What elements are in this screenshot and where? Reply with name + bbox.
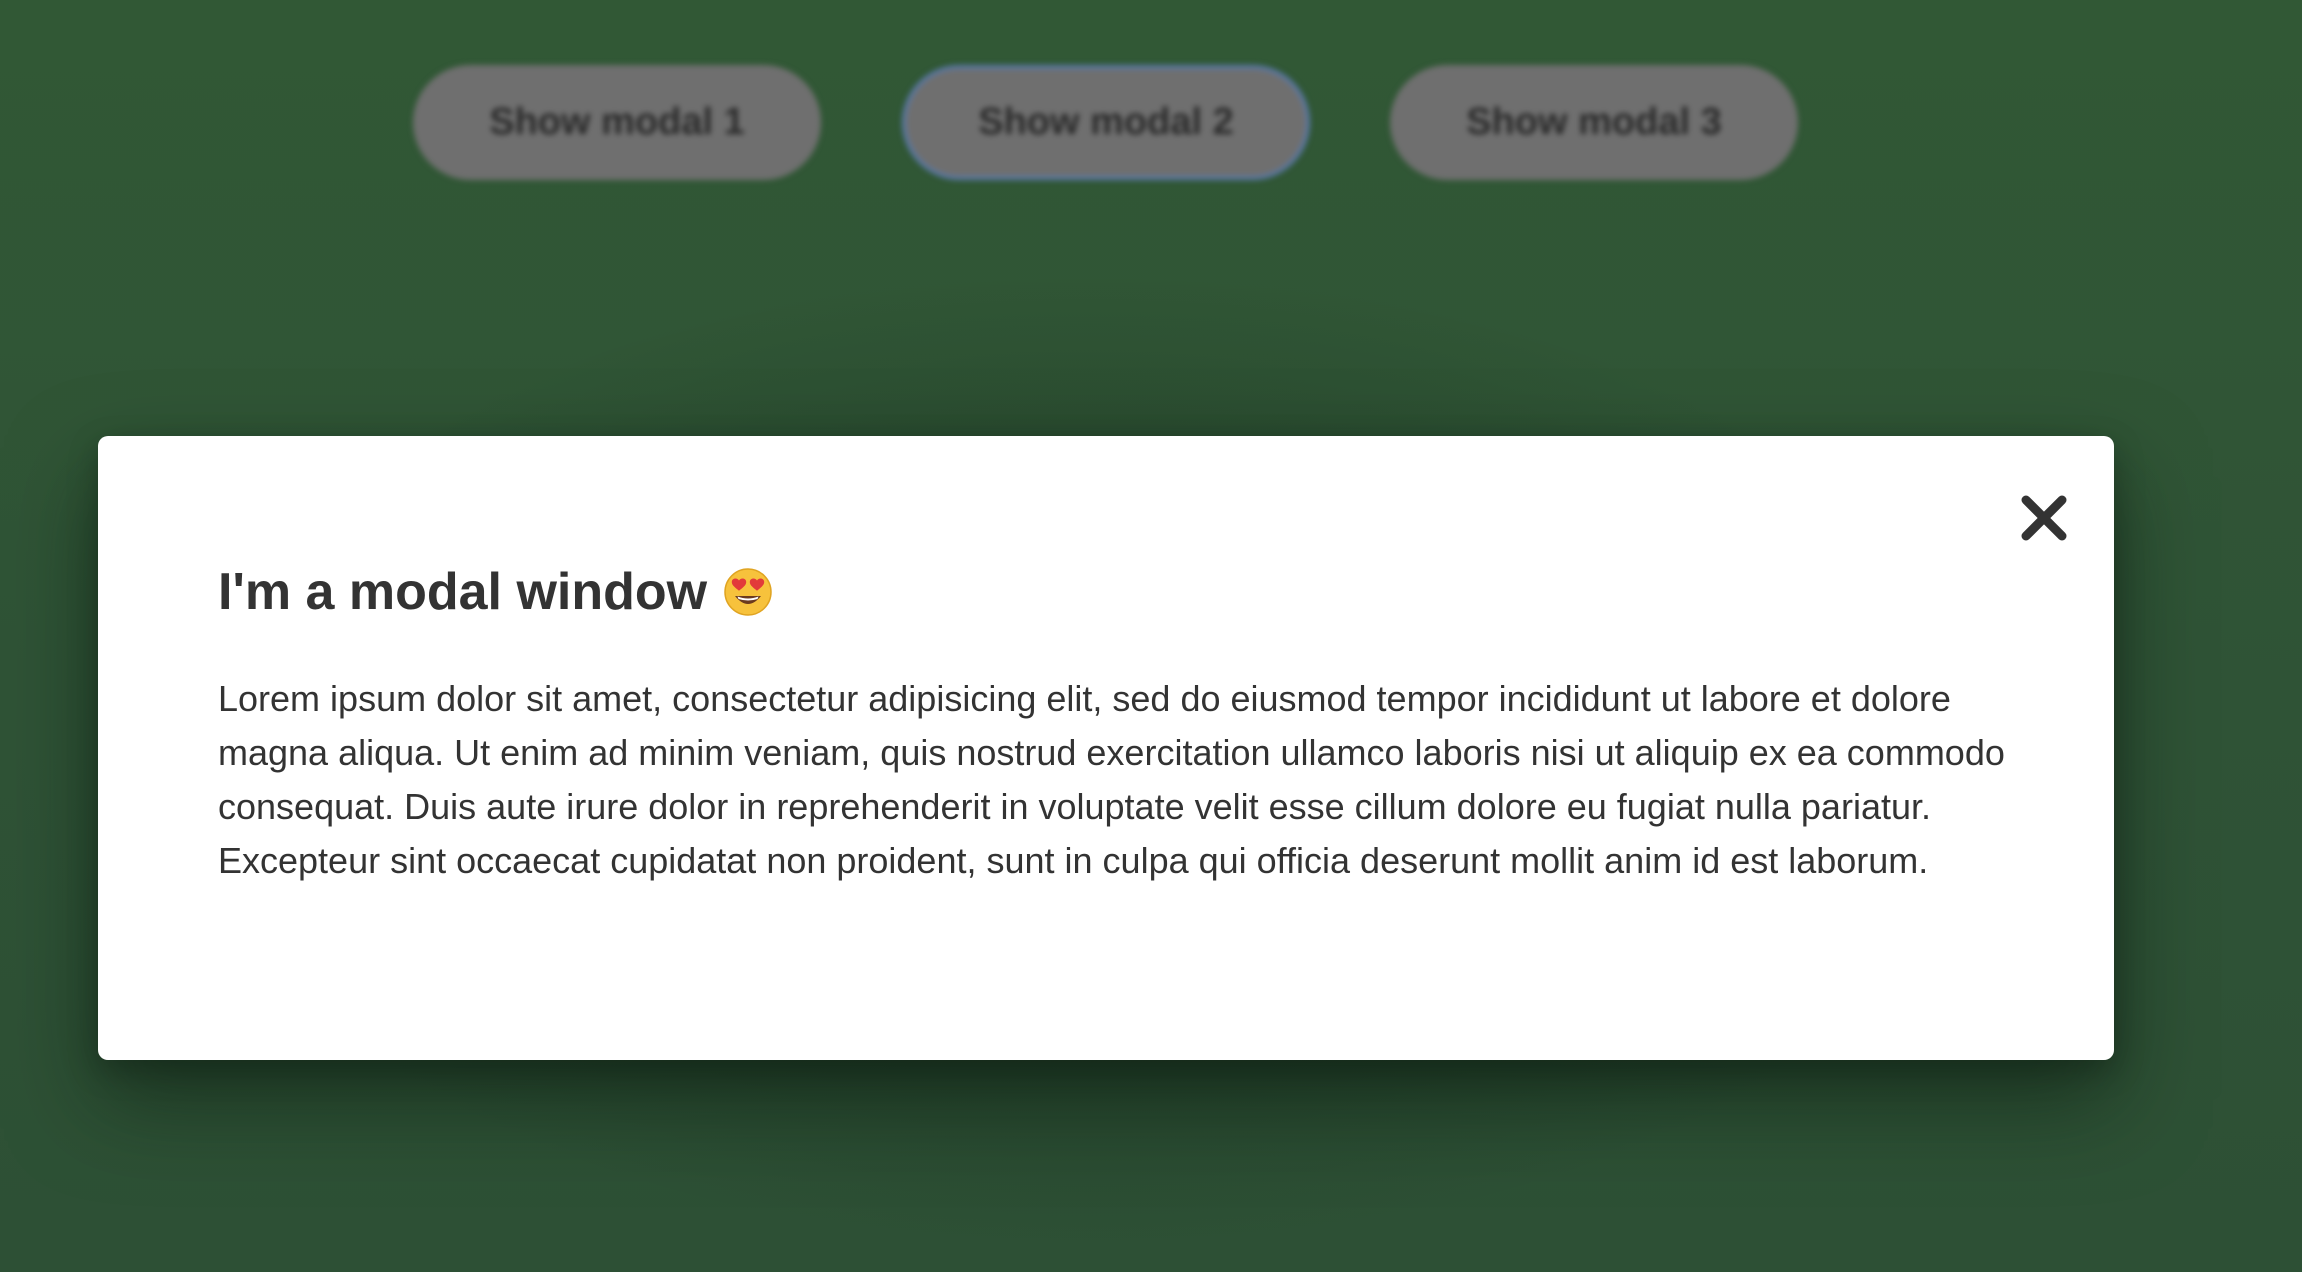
modal-title: I'm a modal window (218, 560, 773, 624)
modal-dialog: I'm a modal window Lorem ipsum dolor sit… (98, 436, 2114, 1060)
modal-title-text: I'm a modal window (218, 563, 708, 621)
modal-body-text: Lorem ipsum dolor sit amet, consectetur … (218, 678, 2005, 881)
close-icon (2016, 490, 2072, 546)
show-modal-1-button[interactable]: Show modal 1 (413, 65, 821, 180)
heart-eyes-emoji-icon (723, 567, 773, 617)
show-modal-2-button[interactable]: Show modal 2 (902, 65, 1310, 180)
show-modal-3-button[interactable]: Show modal 3 (1390, 65, 1798, 180)
modal-trigger-row: Show modal 1 Show modal 2 Show modal 3 (0, 65, 2302, 180)
close-button[interactable] (2016, 490, 2072, 546)
